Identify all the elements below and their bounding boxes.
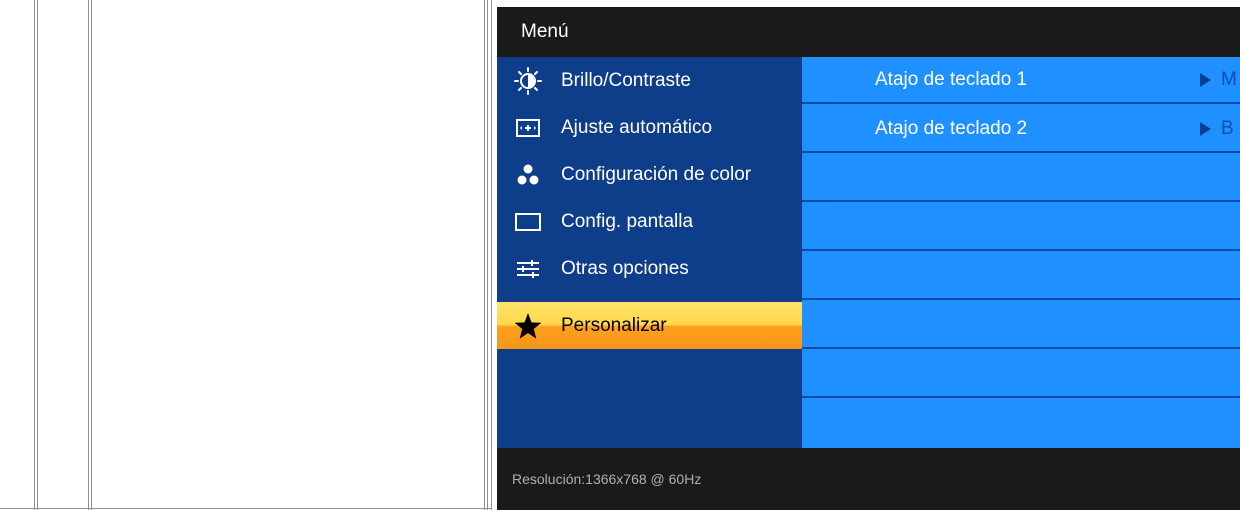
table-border bbox=[91, 0, 92, 510]
menu-item-label: Ajuste automático bbox=[561, 116, 713, 138]
menu-item-display-settings[interactable]: Config. pantalla bbox=[497, 198, 802, 245]
submenu-row-label: Atajo de teclado 2 bbox=[875, 118, 1028, 139]
star-icon bbox=[513, 311, 543, 341]
submenu-row-empty bbox=[802, 400, 1240, 447]
submenu-row-empty bbox=[802, 351, 1240, 398]
menu-item-label: Configuración de color bbox=[561, 163, 752, 185]
other-settings-icon bbox=[513, 254, 543, 284]
submenu-row-empty bbox=[802, 253, 1240, 300]
menu-item-color-settings[interactable]: Configuración de color bbox=[497, 151, 802, 198]
table-border bbox=[484, 0, 485, 510]
submenu-row-value: B bbox=[1221, 118, 1234, 139]
table-border bbox=[491, 0, 492, 510]
menu-item-label: Otras opciones bbox=[561, 257, 689, 279]
main-menu: Brillo/Contraste Ajuste automático Confi… bbox=[497, 57, 802, 448]
menu-item-label: Config. pantalla bbox=[561, 210, 694, 232]
osd-title: Menú bbox=[521, 21, 569, 42]
arrow-right-icon bbox=[1200, 73, 1211, 87]
brightness-contrast-icon bbox=[513, 66, 543, 96]
menu-item-label: Personalizar bbox=[561, 314, 667, 336]
menu-item-other-settings[interactable]: Otras opciones bbox=[497, 245, 802, 292]
table-border bbox=[37, 0, 38, 510]
submenu-row-label: Atajo de teclado 1 bbox=[875, 69, 1028, 90]
submenu-row-shortcut-1[interactable]: Atajo de teclado 1 M bbox=[802, 57, 1240, 104]
menu-item-personalize[interactable]: Personalizar bbox=[497, 302, 802, 349]
table-border bbox=[0, 508, 492, 509]
color-settings-icon bbox=[513, 160, 543, 190]
menu-item-brightness-contrast[interactable]: Brillo/Contraste bbox=[497, 57, 802, 104]
submenu-row-empty bbox=[802, 302, 1240, 349]
monitor-osd: Menú Brillo/Contraste Ajuste automático … bbox=[497, 7, 1240, 510]
submenu-row-value: M bbox=[1221, 69, 1237, 90]
resolution-status: Resolución:1366x768 @ 60Hz bbox=[512, 471, 702, 487]
menu-item-auto-adjust[interactable]: Ajuste automático bbox=[497, 104, 802, 151]
table-border bbox=[487, 0, 488, 510]
auto-adjust-icon bbox=[513, 113, 543, 143]
menu-item-label: Brillo/Contraste bbox=[561, 69, 691, 91]
submenu-row-empty bbox=[802, 204, 1240, 251]
display-settings-icon bbox=[513, 207, 543, 237]
submenu-panel: Atajo de teclado 1 M Atajo de teclado 2 … bbox=[802, 57, 1240, 448]
submenu-row-shortcut-2[interactable]: Atajo de teclado 2 B bbox=[802, 106, 1240, 153]
table-border bbox=[88, 0, 89, 510]
table-border bbox=[34, 0, 35, 510]
arrow-right-icon bbox=[1200, 122, 1211, 136]
submenu-row-empty bbox=[802, 155, 1240, 202]
